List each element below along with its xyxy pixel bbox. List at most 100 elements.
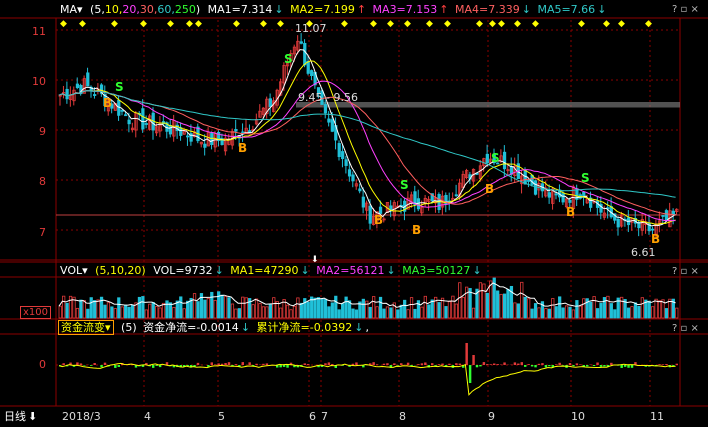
volume-bar[interactable] bbox=[323, 298, 328, 319]
volume-bar[interactable] bbox=[447, 301, 452, 319]
flow-bar[interactable] bbox=[489, 364, 492, 365]
volume-bar[interactable] bbox=[75, 307, 80, 319]
volume-bar[interactable] bbox=[599, 302, 603, 319]
flow-panel-buttons[interactable]: ? ▫ × bbox=[672, 323, 699, 335]
flow-bar[interactable] bbox=[406, 362, 410, 365]
candle-body[interactable] bbox=[454, 194, 458, 197]
candle-body[interactable] bbox=[485, 153, 489, 164]
volume-bar[interactable] bbox=[496, 290, 500, 319]
flow-bar[interactable] bbox=[672, 365, 675, 366]
vol-panel-buttons[interactable]: ? ▫ × bbox=[672, 266, 699, 278]
volume-bar[interactable] bbox=[544, 308, 548, 319]
flow-bar[interactable] bbox=[155, 365, 158, 366]
flow-bar[interactable] bbox=[627, 365, 630, 368]
volume-bar[interactable] bbox=[261, 306, 266, 319]
volume-bar[interactable] bbox=[279, 307, 283, 319]
capital-flow-bars[interactable] bbox=[58, 343, 678, 396]
volume-bar[interactable] bbox=[65, 302, 69, 319]
volume-bar[interactable] bbox=[675, 307, 679, 319]
flow-bar[interactable] bbox=[610, 362, 613, 365]
volume-bar[interactable] bbox=[361, 298, 365, 319]
flow-bar[interactable] bbox=[527, 364, 530, 365]
volume-bar[interactable] bbox=[179, 296, 183, 319]
volume-bar[interactable] bbox=[161, 302, 166, 319]
volume-bar[interactable] bbox=[330, 302, 334, 319]
volume-bar[interactable] bbox=[79, 299, 83, 319]
flow-bar[interactable] bbox=[575, 363, 579, 365]
volume-bar[interactable] bbox=[409, 297, 414, 319]
volume-bar[interactable] bbox=[471, 307, 476, 319]
volume-bar[interactable] bbox=[654, 298, 658, 319]
volume-bar[interactable] bbox=[613, 309, 617, 319]
settings-icon[interactable]: ▫ bbox=[681, 323, 688, 334]
candle-body[interactable] bbox=[361, 196, 365, 208]
flow-bar[interactable] bbox=[661, 364, 665, 365]
volume-bar[interactable] bbox=[499, 293, 503, 319]
vol-indicator-name[interactable]: VOL bbox=[60, 264, 82, 277]
volume-bar[interactable] bbox=[533, 303, 538, 319]
flow-bar[interactable] bbox=[537, 363, 541, 365]
volume-bar[interactable] bbox=[558, 296, 562, 319]
volume-bar[interactable] bbox=[385, 306, 390, 319]
flow-bar[interactable] bbox=[234, 364, 238, 365]
flow-bar[interactable] bbox=[331, 364, 334, 365]
flow-bar[interactable] bbox=[90, 365, 93, 366]
close-icon[interactable]: × bbox=[690, 4, 698, 15]
volume-bar[interactable] bbox=[62, 295, 66, 319]
volume-bar[interactable] bbox=[465, 286, 469, 319]
flow-bar[interactable] bbox=[400, 363, 403, 365]
flow-bar[interactable] bbox=[62, 363, 65, 365]
candle-body[interactable] bbox=[358, 188, 362, 192]
volume-bar[interactable] bbox=[272, 297, 276, 319]
volume-bar[interactable] bbox=[220, 294, 224, 319]
flow-bar[interactable] bbox=[393, 363, 396, 365]
flow-bar[interactable] bbox=[486, 364, 489, 365]
volume-bar[interactable] bbox=[406, 309, 410, 319]
volume-bar[interactable] bbox=[502, 293, 507, 319]
candle-body[interactable] bbox=[661, 215, 665, 217]
flow-bar[interactable] bbox=[396, 365, 399, 366]
volume-bar[interactable] bbox=[454, 303, 458, 319]
flow-bar[interactable] bbox=[265, 363, 269, 365]
help-icon[interactable]: ? bbox=[672, 4, 677, 15]
volume-bar[interactable] bbox=[341, 303, 345, 319]
period-selector[interactable]: 日线 ⬇ bbox=[4, 410, 37, 424]
volume-bar[interactable] bbox=[151, 302, 155, 319]
candle-body[interactable] bbox=[554, 193, 558, 196]
candle-body[interactable] bbox=[344, 159, 348, 166]
volume-bar[interactable] bbox=[413, 308, 417, 319]
flow-bar[interactable] bbox=[386, 363, 389, 365]
volume-bar[interactable] bbox=[478, 282, 483, 319]
ma-indicator-name[interactable]: MA bbox=[60, 3, 77, 16]
flow-bar[interactable] bbox=[548, 365, 551, 367]
flow-bar[interactable] bbox=[475, 365, 479, 368]
flow-bar[interactable] bbox=[437, 364, 441, 365]
candle-body[interactable] bbox=[124, 114, 128, 117]
volume-bar[interactable] bbox=[82, 300, 86, 319]
volume-bar[interactable] bbox=[155, 306, 159, 319]
flow-bar[interactable] bbox=[472, 355, 475, 365]
candle-body[interactable] bbox=[306, 61, 310, 74]
volume-bar[interactable] bbox=[234, 308, 238, 319]
candle-body[interactable] bbox=[93, 94, 97, 96]
volume-bar[interactable] bbox=[110, 306, 114, 319]
volume-bar[interactable] bbox=[606, 295, 610, 319]
volume-bar[interactable] bbox=[368, 306, 372, 319]
flow-bar[interactable] bbox=[351, 363, 355, 365]
volume-bar[interactable] bbox=[292, 305, 297, 319]
settings-icon[interactable]: ▫ bbox=[681, 266, 688, 277]
volume-bar[interactable] bbox=[313, 297, 317, 319]
volume-bar[interactable] bbox=[458, 282, 462, 319]
flow-bar[interactable] bbox=[458, 363, 461, 365]
volume-bar[interactable] bbox=[241, 296, 245, 319]
candle-body[interactable] bbox=[127, 119, 131, 125]
volume-bar[interactable] bbox=[523, 296, 527, 319]
volume-bar[interactable] bbox=[306, 301, 310, 319]
volume-bar[interactable] bbox=[86, 308, 90, 319]
candle-body[interactable] bbox=[651, 228, 655, 231]
volume-bar[interactable] bbox=[103, 304, 107, 319]
volume-bar[interactable] bbox=[265, 306, 269, 319]
flow-bar[interactable] bbox=[262, 363, 265, 365]
flow-bar[interactable] bbox=[217, 363, 220, 365]
candle-body[interactable] bbox=[413, 191, 417, 205]
